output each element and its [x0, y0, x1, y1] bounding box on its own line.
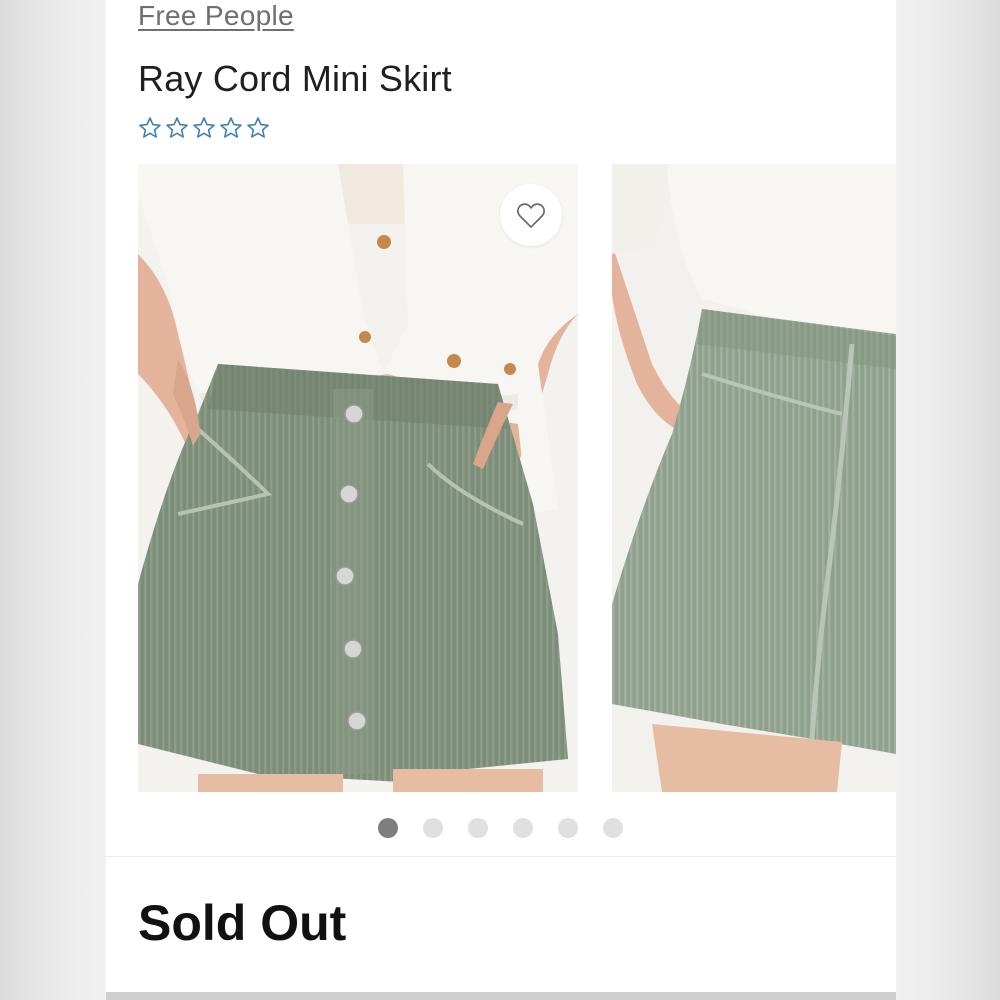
product-card: Free People Ray Cord Mini Skirt Sold Out — [106, 0, 896, 992]
bottom-bar — [106, 992, 896, 1000]
gallery-pagination — [378, 818, 623, 838]
star-icon — [166, 117, 188, 138]
page-background-right — [896, 0, 1000, 1000]
product-image-side[interactable] — [612, 164, 896, 792]
star-icon — [220, 117, 242, 138]
rating-stars[interactable] — [138, 116, 270, 140]
star-icon — [247, 117, 269, 138]
gallery-dot[interactable] — [468, 818, 488, 838]
gallery-dot[interactable] — [603, 818, 623, 838]
product-title: Ray Cord Mini Skirt — [138, 58, 452, 99]
star-icon — [193, 117, 215, 138]
star-icon — [139, 117, 161, 138]
gallery-dot[interactable] — [513, 818, 533, 838]
brand-link[interactable]: Free People — [138, 0, 294, 32]
product-image-front[interactable] — [138, 164, 578, 792]
favorite-button[interactable] — [500, 184, 562, 246]
divider — [106, 856, 896, 857]
heart-outline-icon — [516, 203, 546, 228]
gallery-dot[interactable] — [378, 818, 398, 838]
availability-status: Sold Out — [138, 895, 347, 951]
page-background-left — [0, 0, 106, 1000]
gallery-dot[interactable] — [423, 818, 443, 838]
gallery-dot[interactable] — [558, 818, 578, 838]
